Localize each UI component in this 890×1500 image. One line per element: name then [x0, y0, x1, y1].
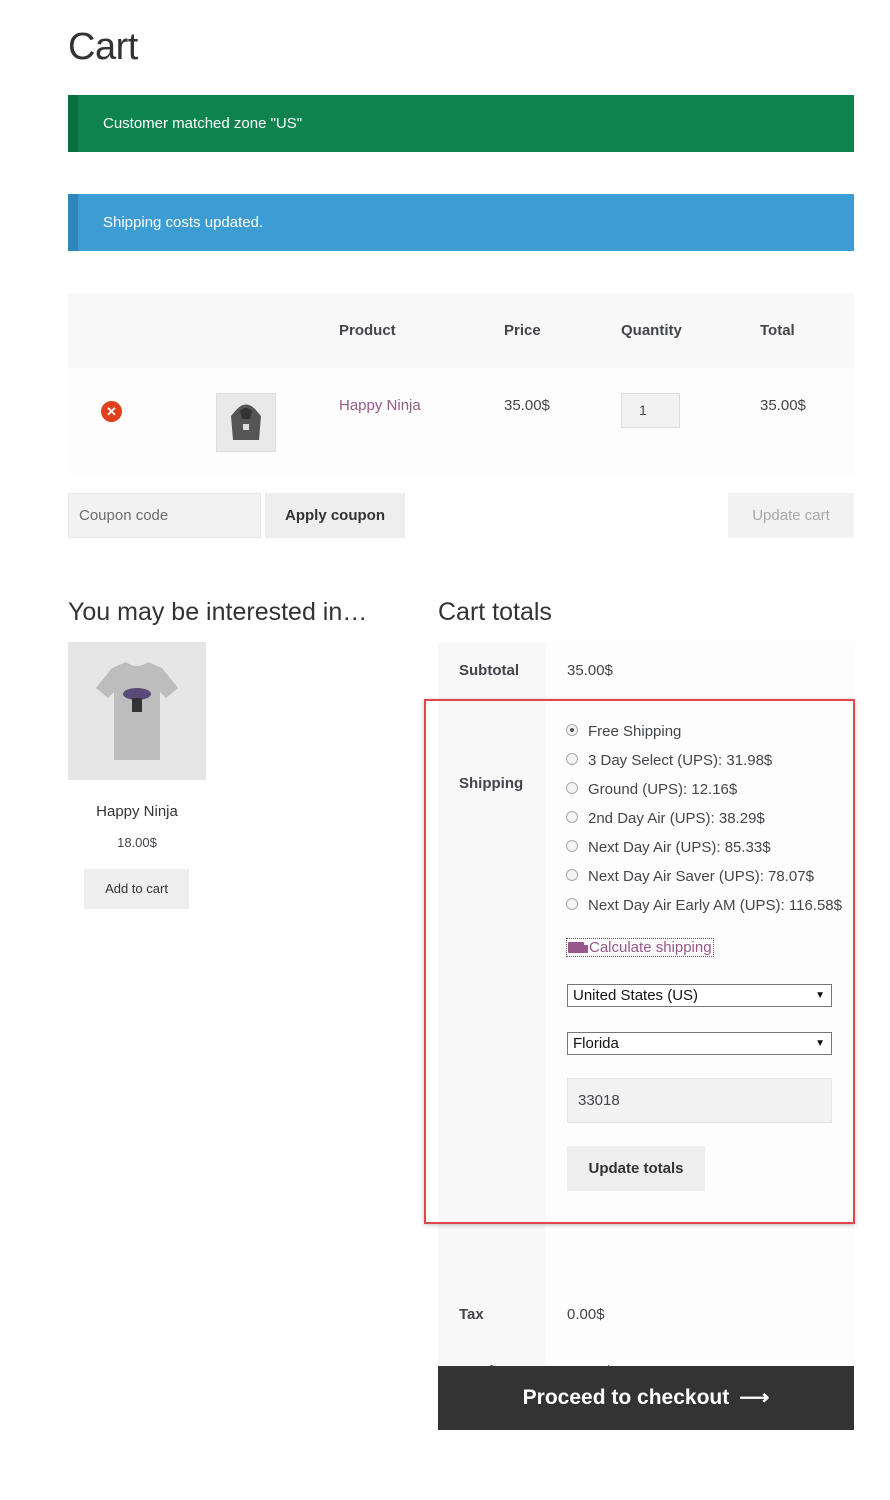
header-quantity: Quantity — [621, 322, 682, 339]
info-notice: Shipping costs updated. — [68, 194, 854, 251]
cross-sells-title: You may be interested in… — [68, 598, 368, 626]
item-total: 35.00$ — [760, 397, 806, 414]
cart-table-header: Product Price Quantity Total — [68, 293, 854, 368]
coupon-code-input[interactable]: Coupon code — [68, 493, 261, 538]
header-total: Total — [760, 322, 795, 339]
product-link-happy-ninja[interactable]: Happy Ninja — [339, 397, 421, 414]
tax-row: Tax 0.00$ — [438, 1286, 854, 1343]
tshirt-thumbnail[interactable] — [68, 642, 206, 780]
page-title: Cart — [68, 26, 138, 68]
hoodie-thumbnail[interactable] — [216, 393, 276, 452]
subtotal-label: Subtotal — [438, 642, 546, 699]
remove-circle-icon[interactable]: ✕ — [101, 401, 122, 422]
shipping-highlight-box — [424, 699, 855, 1224]
subtotal-row: Subtotal 35.00$ — [438, 642, 854, 699]
arrow-right-icon: ⟶ — [739, 1386, 770, 1409]
checkout-label: Proceed to checkout — [522, 1386, 730, 1409]
item-price: 35.00$ — [504, 397, 550, 414]
quantity-input[interactable]: 1 — [621, 393, 680, 428]
add-to-cart-button[interactable]: Add to cart — [84, 869, 189, 909]
update-cart-button[interactable]: Update cart — [728, 493, 854, 538]
header-product: Product — [339, 322, 396, 339]
success-notice: Customer matched zone "US" — [68, 95, 854, 152]
cross-sell-price: 18.00$ — [117, 835, 157, 850]
apply-coupon-button[interactable]: Apply coupon — [265, 493, 405, 538]
cross-sell-name[interactable]: Happy Ninja — [68, 803, 206, 820]
header-price: Price — [504, 322, 541, 339]
subtotal-value: 35.00$ — [546, 642, 854, 699]
cart-table: Product Price Quantity Total ✕ Happy Nin… — [68, 293, 854, 475]
cart-totals-title: Cart totals — [438, 598, 552, 626]
tax-value: 0.00$ — [546, 1286, 854, 1343]
tax-label: Tax — [438, 1286, 546, 1343]
cart-item-row: ✕ Happy Ninja 35.00$ 1 35.00$ — [68, 368, 854, 475]
proceed-to-checkout-button[interactable]: Proceed to checkout ⟶ — [438, 1366, 854, 1430]
